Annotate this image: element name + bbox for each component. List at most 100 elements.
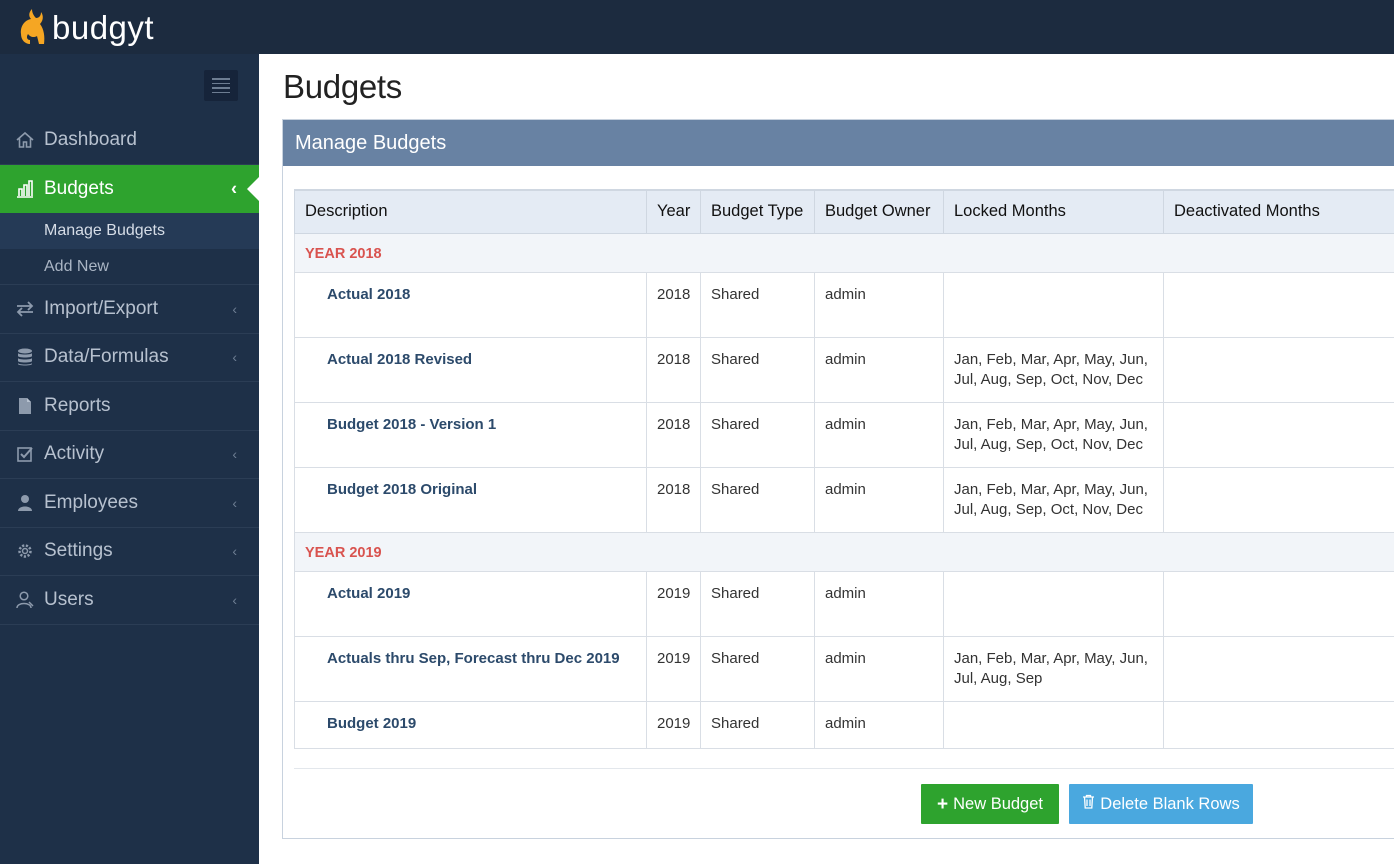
menu-toggle-button[interactable] bbox=[204, 70, 238, 101]
gear-icon bbox=[0, 541, 44, 561]
table-row[interactable]: Actual 2018 Revised 2018 Shared admin Ja… bbox=[294, 336, 1394, 403]
column-header-description[interactable]: Description bbox=[294, 189, 647, 234]
sidebar-item-label: Import/Export bbox=[44, 297, 159, 319]
chevron-left-icon: ‹ bbox=[232, 494, 237, 511]
column-header-budget-owner[interactable]: Budget Owner bbox=[814, 189, 944, 234]
column-header-year[interactable]: Year bbox=[646, 189, 701, 234]
deactivated-months-cell bbox=[1163, 635, 1394, 702]
chevron-left-icon: ‹ bbox=[232, 591, 237, 608]
column-header-deactivated-months[interactable]: Deactivated Months bbox=[1163, 189, 1394, 234]
budget-type-cell: Shared bbox=[700, 271, 815, 338]
sidebar-item-budgets[interactable]: Budgets ‹ bbox=[0, 164, 259, 213]
footer-divider bbox=[294, 768, 1394, 769]
budget-description-link[interactable]: Budget 2018 - Version 1 bbox=[294, 401, 647, 468]
group-row: YEAR 2019 bbox=[294, 531, 1394, 572]
year-cell: 2019 bbox=[646, 635, 701, 702]
main-content: Budgets Manage Budgets Description Year … bbox=[259, 54, 1394, 864]
new-budget-button[interactable]: + New Budget bbox=[921, 784, 1059, 824]
exchange-icon bbox=[0, 299, 44, 319]
group-label: YEAR 2019 bbox=[294, 531, 1394, 572]
sidebar: Dashboard Budgets ‹ Manage Budgets Add N… bbox=[0, 54, 259, 864]
locked-months-cell: Jan, Feb, Mar, Apr, May, Jun, Jul, Aug, … bbox=[943, 336, 1164, 403]
sidebar-item-label: Data/Formulas bbox=[44, 346, 169, 368]
database-icon bbox=[0, 347, 44, 367]
delete-blank-rows-button[interactable]: Delete Blank Rows bbox=[1069, 784, 1253, 824]
year-cell: 2018 bbox=[646, 336, 701, 403]
sidebar-subitem-add-new[interactable]: Add New bbox=[0, 249, 259, 285]
bar-chart-icon bbox=[0, 179, 44, 199]
table-row[interactable]: Budget 2019 2019 Shared admin bbox=[294, 700, 1394, 749]
sidebar-item-label: Employees bbox=[44, 491, 138, 513]
deactivated-months-cell bbox=[1163, 700, 1394, 749]
locked-months-cell: Jan, Feb, Mar, Apr, May, Jun, Jul, Aug, … bbox=[943, 466, 1164, 533]
sidebar-item-activity[interactable]: Activity ‹ bbox=[0, 431, 259, 479]
page-title: Budgets bbox=[283, 68, 402, 105]
table-row[interactable]: Budget 2018 Original 2018 Shared admin J… bbox=[294, 466, 1394, 533]
column-header-locked-months[interactable]: Locked Months bbox=[943, 189, 1164, 234]
budget-type-cell: Shared bbox=[700, 570, 815, 637]
sidebar-item-label: Budgets bbox=[44, 177, 114, 199]
sidebar-item-reports[interactable]: Reports bbox=[0, 382, 259, 431]
budgets-table-wrap: Description Year Budget Type Budget Owne… bbox=[294, 189, 1394, 749]
budget-owner-cell: admin bbox=[814, 466, 944, 533]
sidebar-item-data-formulas[interactable]: Data/Formulas ‹ bbox=[0, 334, 259, 382]
year-cell: 2018 bbox=[646, 401, 701, 468]
new-budget-label: New Budget bbox=[953, 794, 1043, 813]
budget-type-cell: Shared bbox=[700, 635, 815, 702]
table-row[interactable]: Budget 2018 - Version 1 2018 Shared admi… bbox=[294, 401, 1394, 468]
table-row[interactable]: Actuals thru Sep, Forecast thru Dec 2019… bbox=[294, 635, 1394, 702]
table-header-row: Description Year Budget Type Budget Owne… bbox=[294, 189, 1394, 234]
panel-title: Manage Budgets bbox=[283, 120, 1394, 166]
budget-type-cell: Shared bbox=[700, 466, 815, 533]
sidebar-item-users[interactable]: Users ‹ bbox=[0, 576, 259, 625]
locked-months-cell bbox=[943, 570, 1164, 637]
sidebar-item-label: Users bbox=[44, 588, 94, 610]
chevron-left-icon: ‹ bbox=[231, 178, 237, 199]
locked-months-cell bbox=[943, 271, 1164, 338]
sidebar-item-label: Reports bbox=[44, 394, 111, 416]
logo-text: budgyt bbox=[52, 9, 155, 46]
top-bar: budgyt bbox=[0, 0, 1394, 54]
sidebar-item-label: Activity bbox=[44, 443, 105, 465]
deactivated-months-cell bbox=[1163, 336, 1394, 403]
trash-icon bbox=[1082, 794, 1095, 814]
year-cell: 2019 bbox=[646, 570, 701, 637]
deactivated-months-cell bbox=[1163, 271, 1394, 338]
deactivated-months-cell bbox=[1163, 570, 1394, 637]
budget-description-link[interactable]: Actual 2019 bbox=[294, 570, 647, 637]
sidebar-item-employees[interactable]: Employees ‹ bbox=[0, 479, 259, 528]
budgets-table: Description Year Budget Type Budget Owne… bbox=[294, 189, 1394, 749]
sidebar-item-label: Settings bbox=[44, 540, 113, 562]
locked-months-cell: Jan, Feb, Mar, Apr, May, Jun, Jul, Aug, … bbox=[943, 635, 1164, 702]
sidebar-subitem-manage-budgets[interactable]: Manage Budgets bbox=[0, 213, 259, 249]
locked-months-cell bbox=[943, 700, 1164, 749]
column-header-budget-type[interactable]: Budget Type bbox=[700, 189, 815, 234]
budget-owner-cell: admin bbox=[814, 336, 944, 403]
file-icon bbox=[0, 396, 44, 416]
budget-description-link[interactable]: Budget 2019 bbox=[294, 700, 647, 749]
year-cell: 2018 bbox=[646, 466, 701, 533]
sidebar-item-dashboard[interactable]: Dashboard bbox=[0, 116, 259, 165]
table-row[interactable]: Actual 2019 2019 Shared admin bbox=[294, 570, 1394, 637]
budget-owner-cell: admin bbox=[814, 635, 944, 702]
deactivated-months-cell bbox=[1163, 401, 1394, 468]
budgets-submenu: Manage Budgets Add New bbox=[0, 213, 259, 285]
chevron-left-icon: ‹ bbox=[232, 349, 237, 366]
sidebar-item-settings[interactable]: Settings ‹ bbox=[0, 528, 259, 576]
user-icon bbox=[0, 493, 44, 513]
budget-description-link[interactable]: Actual 2018 bbox=[294, 271, 647, 338]
sidebar-item-import-export[interactable]: Import/Export ‹ bbox=[0, 285, 259, 334]
logo[interactable]: budgyt bbox=[16, 4, 154, 50]
group-label: YEAR 2018 bbox=[294, 232, 1394, 273]
budget-owner-cell: admin bbox=[814, 401, 944, 468]
plus-icon: + bbox=[937, 793, 949, 815]
sidebar-nav: Dashboard Budgets ‹ Manage Budgets Add N… bbox=[0, 116, 259, 625]
locked-months-cell: Jan, Feb, Mar, Apr, May, Jun, Jul, Aug, … bbox=[943, 401, 1164, 468]
budget-description-link[interactable]: Actual 2018 Revised bbox=[294, 336, 647, 403]
budget-description-link[interactable]: Actuals thru Sep, Forecast thru Dec 2019 bbox=[294, 635, 647, 702]
table-row[interactable]: Actual 2018 2018 Shared admin bbox=[294, 271, 1394, 338]
budget-description-link[interactable]: Budget 2018 Original bbox=[294, 466, 647, 533]
budget-type-cell: Shared bbox=[700, 700, 815, 749]
users-icon bbox=[0, 590, 44, 610]
budget-type-cell: Shared bbox=[700, 401, 815, 468]
